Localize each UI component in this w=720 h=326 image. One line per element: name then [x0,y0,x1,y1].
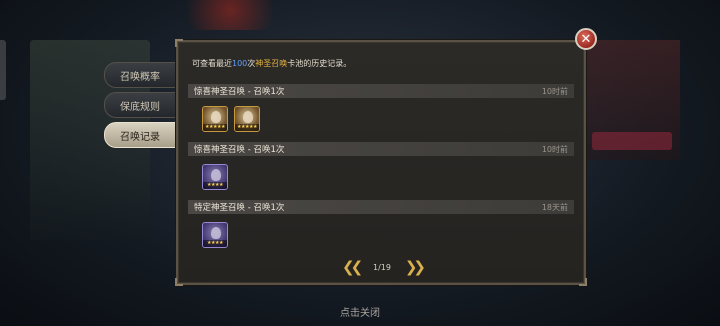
corner-ornament [579,278,587,286]
star-rating: ★★★★ [203,182,227,189]
tab-summon-probability[interactable]: 召唤概率 [104,62,176,88]
background-right-button [592,132,672,150]
hero-portrait-icon[interactable]: ★★★★★ [202,106,228,132]
tab-label: 保底规则 [120,101,160,113]
record-time: 10时前 [541,144,568,154]
record-time: 18天前 [541,202,568,212]
star-rating: ★★★★ [203,240,227,247]
intro-count: 100 [232,59,248,68]
tap-to-close-hint[interactable]: 点击关闭 [0,304,720,319]
star-rating: ★★★★★ [203,124,227,131]
tab-label: 召唤概率 [120,71,160,83]
intro-pool-name: 神圣召唤 [255,59,288,68]
hero-face [211,227,221,239]
record-title: 惊喜神圣召唤 - 召唤1次 [194,145,285,155]
record-title: 惊喜神圣召唤 - 召唤1次 [194,87,285,97]
double-chevron-right-icon[interactable]: ❯❯ [405,259,426,275]
tab-label: 召唤记录 [120,131,160,143]
star-rating: ★★★★★ [235,124,259,131]
background-ornament [170,0,290,30]
hero-portrait-icon[interactable]: ★★★★★ [234,106,260,132]
tab-pity-rules[interactable]: 保底规则 [104,92,176,118]
close-icon[interactable]: ✕ [575,28,597,50]
record-title: 特定神圣召唤 - 召唤1次 [194,203,285,213]
tab-summon-records[interactable]: 召唤记录 [104,122,176,148]
hero-face [211,169,221,181]
pagination: ❮❮ 1/19 ❯❯ [342,258,426,276]
records-intro-text: 可查看最近100次神圣召唤卡池的历史记录。 [192,58,351,69]
hero-portrait-icon[interactable]: ★★★★ [202,222,228,248]
hero-face [211,111,221,123]
summon-records-dialog: 可查看最近100次神圣召唤卡池的历史记录。 惊喜神圣召唤 - 召唤1次 10时前… [175,39,587,286]
intro-suffix: 卡池的历史记录。 [287,59,352,68]
record-heroes: ★★★★ [202,164,228,190]
record-header: 惊喜神圣召唤 - 召唤1次 10时前 [188,142,574,156]
background-edge-handle [0,40,6,100]
double-chevron-left-icon[interactable]: ❮❮ [342,259,363,275]
corner-ornament [175,278,183,286]
corner-ornament [175,39,183,47]
record-heroes: ★★★★★ ★★★★★ [202,106,260,132]
hero-portrait-icon[interactable]: ★★★★ [202,164,228,190]
intro-prefix: 可查看最近 [192,59,232,68]
record-header: 特定神圣召唤 - 召唤1次 18天前 [188,200,574,214]
record-heroes: ★★★★ [202,222,228,248]
record-time: 10时前 [541,86,568,96]
record-header: 惊喜神圣召唤 - 召唤1次 10时前 [188,84,574,98]
hero-face [243,111,253,123]
page-indicator: 1/19 [373,262,391,272]
